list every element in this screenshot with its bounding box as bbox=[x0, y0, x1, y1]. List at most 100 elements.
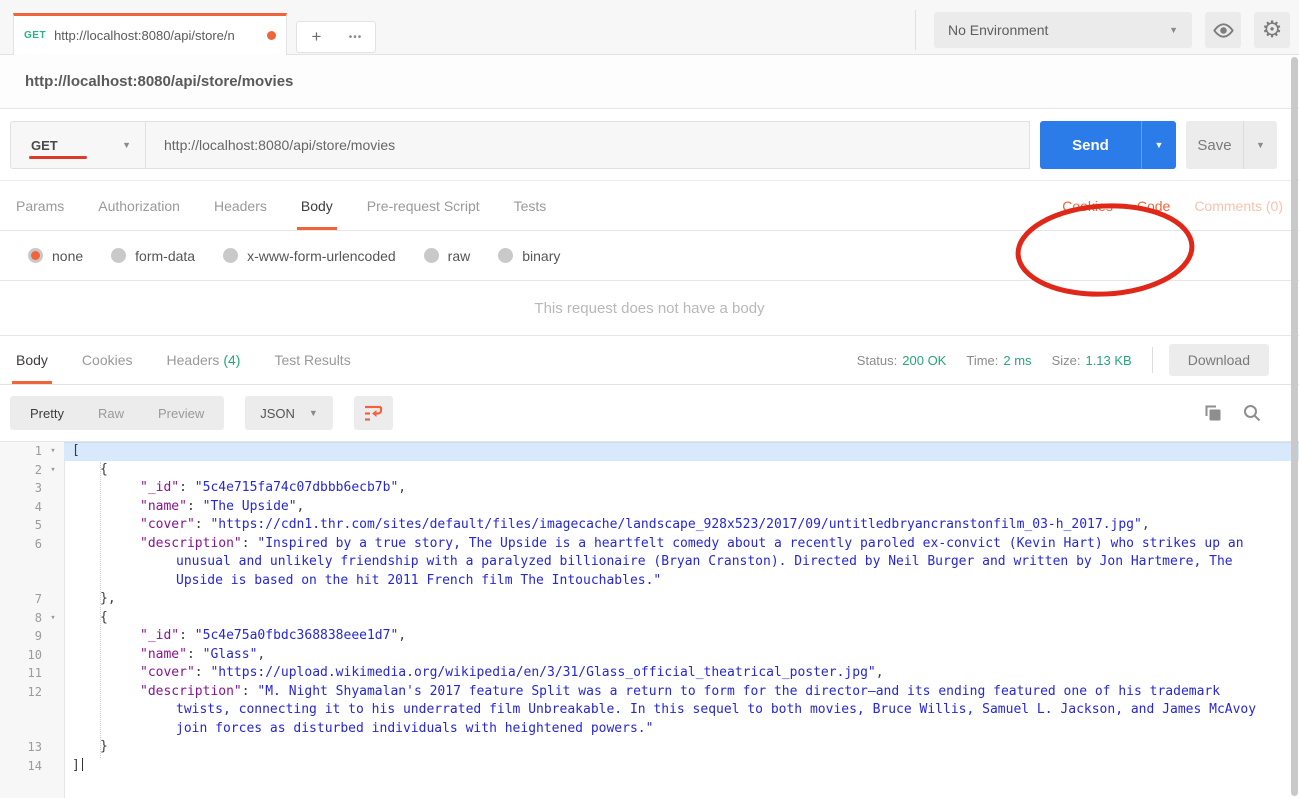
tab-body[interactable]: Body bbox=[296, 181, 337, 230]
indent-guide bbox=[100, 462, 101, 758]
copy-icon[interactable] bbox=[1203, 403, 1223, 423]
tab-params[interactable]: Params bbox=[16, 181, 64, 230]
request-tabs-links: Cookies Code Comments (0) bbox=[1038, 181, 1283, 230]
download-button[interactable]: Download bbox=[1168, 344, 1269, 376]
cookies-link[interactable]: Cookies bbox=[1062, 198, 1113, 214]
radio-binary[interactable]: binary bbox=[498, 248, 560, 264]
wrap-text-button[interactable] bbox=[353, 396, 393, 430]
line-number: 2 bbox=[34, 462, 42, 477]
code-line: 9 "_id": "5c4e75a0fbdc368838eee1d7", bbox=[0, 627, 1299, 646]
settings-button[interactable]: ⚙ bbox=[1254, 12, 1290, 48]
code-line: 8 ▾{ bbox=[0, 609, 1299, 628]
radio-label: none bbox=[52, 247, 84, 264]
method-selector[interactable]: GET ▼ bbox=[10, 121, 146, 169]
status-label: Status: bbox=[856, 352, 898, 368]
code-link[interactable]: Code bbox=[1137, 198, 1170, 214]
chevron-down-icon: ▼ bbox=[1169, 25, 1178, 35]
code-line: 4 "name": "The Upside", bbox=[0, 498, 1299, 517]
save-button[interactable]: Save bbox=[1186, 121, 1243, 169]
line-number: 6 bbox=[34, 536, 42, 551]
tab-url: http://localhost:8080/api/store/n bbox=[54, 28, 235, 43]
request-tabs-row: Params Authorization Headers Body Pre-re… bbox=[0, 181, 1299, 231]
tab-actions: + ••• bbox=[296, 21, 376, 53]
code-line: 1 ▾[ bbox=[0, 442, 1299, 461]
tab-headers[interactable]: Headers bbox=[214, 181, 267, 230]
format-selector[interactable]: JSON ▼ bbox=[245, 396, 333, 430]
response-tab-test-results[interactable]: Test Results bbox=[274, 336, 350, 384]
radio-dot-icon bbox=[498, 248, 514, 263]
headers-count-badge: (4) bbox=[223, 352, 241, 368]
format-selector-value: JSON bbox=[260, 405, 295, 421]
view-preview[interactable]: Preview bbox=[158, 406, 204, 421]
tab-pre-request-script[interactable]: Pre-request Script bbox=[367, 181, 480, 230]
code-line: 3 "_id": "5c4e715fa74c07dbbb6ecb7b", bbox=[0, 479, 1299, 498]
environment-selector[interactable]: No Environment ▼ bbox=[934, 12, 1192, 48]
line-number: 10 bbox=[27, 647, 42, 662]
response-toolbar: Pretty Raw Preview JSON ▼ bbox=[0, 385, 1299, 442]
response-tab-body[interactable]: Body bbox=[12, 336, 52, 384]
line-number: 1 bbox=[34, 444, 42, 458]
search-icon[interactable] bbox=[1242, 403, 1262, 423]
view-mode-switcher: Pretty Raw Preview bbox=[10, 396, 225, 430]
code-line: 5 "cover": "https://cdn1.thr.com/sites/de… bbox=[0, 516, 1299, 535]
empty-body-message: This request does not have a body bbox=[0, 281, 1299, 336]
chevron-down-icon: ▼ bbox=[1154, 140, 1164, 150]
line-number: 4 bbox=[34, 499, 42, 514]
response-tab-cookies[interactable]: Cookies bbox=[82, 336, 133, 384]
url-input[interactable]: http://localhost:8080/api/store/movies bbox=[146, 121, 1030, 169]
eye-icon bbox=[1212, 22, 1234, 38]
code-line: 7}, bbox=[0, 590, 1299, 609]
comments-link[interactable]: Comments (0) bbox=[1194, 198, 1283, 214]
save-button-group: Save ▼ bbox=[1186, 121, 1277, 169]
request-tab[interactable]: GET http://localhost:8080/api/store/n bbox=[13, 13, 287, 55]
send-button[interactable]: Send bbox=[1040, 121, 1141, 169]
fold-toggle-icon[interactable]: ▾ bbox=[42, 444, 64, 461]
code-line: 2 ▾{ bbox=[0, 461, 1299, 480]
code-editor[interactable]: 1 ▾[2 ▾{3 "_id": "5c4e715fa74c07dbbb6ecb7b"… bbox=[0, 442, 1299, 798]
save-options-button[interactable]: ▼ bbox=[1243, 121, 1277, 169]
text-cursor bbox=[81, 757, 84, 771]
code-line: 6 "description": "Inspired by a true stor… bbox=[0, 535, 1299, 591]
line-number: 11 bbox=[27, 666, 42, 680]
request-title-row: http://localhost:8080/api/store/movies bbox=[0, 55, 1299, 109]
radio-dot-icon bbox=[111, 248, 127, 263]
send-options-button[interactable]: ▼ bbox=[1141, 121, 1176, 169]
code-line: 11 "cover": "https://upload.wikimedia.org… bbox=[0, 664, 1299, 683]
tab-tests[interactable]: Tests bbox=[514, 181, 547, 230]
header-bar: GET http://localhost:8080/api/store/n + … bbox=[0, 0, 1299, 55]
radio-x-www-form-urlencoded[interactable]: x-www-form-urlencoded bbox=[223, 248, 396, 264]
radio-none[interactable]: none bbox=[28, 248, 83, 264]
radio-raw[interactable]: raw bbox=[423, 248, 470, 264]
body-type-row: none form-data x-www-form-urlencoded raw… bbox=[0, 231, 1299, 281]
url-input-value: http://localhost:8080/api/store/movies bbox=[164, 137, 396, 153]
chevron-down-icon: ▼ bbox=[1256, 140, 1265, 150]
radio-label: form-data bbox=[135, 247, 196, 264]
header-divider bbox=[915, 10, 916, 50]
tab-method-badge: GET bbox=[24, 30, 47, 41]
view-pretty[interactable]: Pretty bbox=[30, 406, 64, 421]
radio-form-data[interactable]: form-data bbox=[111, 248, 195, 264]
fold-toggle-icon[interactable]: ▾ bbox=[42, 611, 64, 628]
response-meta-row: Body Cookies Headers (4) Test Results St… bbox=[0, 336, 1299, 385]
fold-toggle-icon[interactable]: ▾ bbox=[42, 463, 64, 480]
line-number: 3 bbox=[34, 481, 42, 495]
tab-authorization[interactable]: Authorization bbox=[98, 181, 180, 230]
time-value: 2 ms bbox=[1003, 352, 1032, 368]
status-badge: Status: 200 OK bbox=[857, 353, 947, 368]
tab-options-button[interactable]: ••• bbox=[336, 22, 375, 52]
window-scrollbar[interactable] bbox=[1291, 57, 1298, 796]
view-raw[interactable]: Raw bbox=[98, 406, 124, 421]
size-value: 1.13 KB bbox=[1085, 352, 1132, 368]
chevron-down-icon: ▼ bbox=[308, 408, 318, 418]
line-number: 12 bbox=[27, 684, 42, 699]
new-tab-button[interactable]: + bbox=[297, 22, 336, 52]
response-tab-headers[interactable]: Headers (4) bbox=[167, 336, 241, 384]
environment-quicklook-button[interactable] bbox=[1205, 12, 1241, 48]
